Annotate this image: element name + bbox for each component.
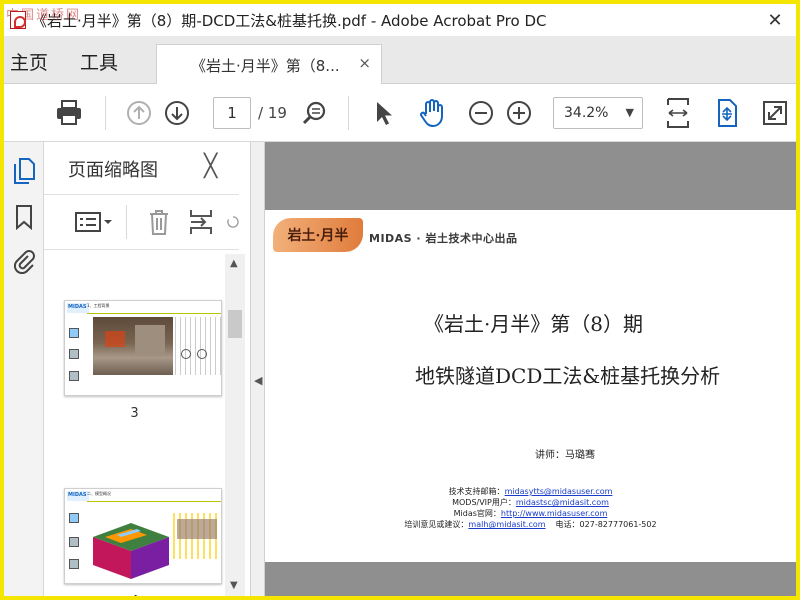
- thumbnail-page-number: 3: [130, 406, 139, 421]
- document-tab[interactable]: 《岩土·月半》第（8... ×: [156, 44, 382, 85]
- chevron-down-icon[interactable]: ▼: [230, 580, 238, 591]
- arrow-up-circle-icon: [127, 101, 151, 125]
- options-menu-icon: [75, 212, 112, 232]
- support-email-link[interactable]: midasytts@midasuser.com: [505, 487, 613, 496]
- thumbnail-heading: 1、工程背景: [87, 303, 110, 308]
- page-thumbnails-button[interactable]: [10, 156, 38, 186]
- document-view[interactable]: 岩土·月半 MIDAS · 岩土技术中心出品 《岩土·月半》第（8）期 地铁隧道…: [265, 142, 796, 596]
- thumbnail-scrollbar[interactable]: ▲ ▼: [225, 254, 245, 596]
- chevron-up-icon[interactable]: ▲: [230, 258, 238, 269]
- page-total-label: / 19: [258, 104, 287, 122]
- menu-home[interactable]: 主页: [10, 48, 48, 75]
- scroll-mode-icon: [718, 99, 737, 127]
- document-tab-label: 《岩土·月半》第（8...: [191, 56, 340, 75]
- fit-page-icon: [667, 98, 689, 128]
- hand-icon: [420, 99, 443, 128]
- title-bar: 中国道桥网 《岩土·月半》第（8）期-DCD工法&桩基托换.pdf - Adob…: [4, 4, 796, 36]
- window-title: 《岩土·月半》第（8）期-DCD工法&桩基托换.pdf - Adobe Acro…: [32, 11, 547, 30]
- website-link[interactable]: http://www.midasuser.com: [501, 509, 607, 518]
- print-icon: [57, 100, 81, 125]
- expand-icon: [763, 101, 787, 125]
- feedback-email-link[interactable]: malh@midasit.com: [468, 520, 545, 529]
- print-button[interactable]: [54, 98, 84, 128]
- scrollbar-thumb[interactable]: [228, 310, 242, 338]
- hand-tool-button[interactable]: [417, 98, 447, 128]
- thumbnails-panel: 页面缩略图 ╳ MIDAS 1、工程背景 3 MIDAS 二、模型概况 ▲ ▼: [44, 142, 251, 596]
- page-thumbnail-3[interactable]: MIDAS 1、工程背景: [64, 300, 222, 396]
- chevron-down-icon: ▼: [625, 106, 634, 119]
- contact-row-feedback: 培训意见或建议：malh@midasit.com 电话：027-82777061-…: [404, 520, 657, 529]
- model-3d-thumbnail: [93, 523, 169, 579]
- phone-number: 027-82777061-502: [579, 520, 657, 529]
- pages-icon: [14, 158, 35, 184]
- page-number-input[interactable]: 1: [213, 97, 251, 129]
- zoom-out-button[interactable]: [466, 98, 496, 128]
- page-thumbnail-4[interactable]: MIDAS 二、模型概况: [64, 488, 222, 584]
- thumbnail-toolbar: [44, 194, 239, 250]
- thumbnail-options-button[interactable]: [74, 207, 114, 237]
- arrow-down-circle-icon: [165, 101, 189, 125]
- contact-row-vip: MODS/VIP用户：midastsc@midasit.com: [452, 498, 609, 507]
- acrobat-app-icon: [10, 11, 26, 29]
- insert-page-button[interactable]: [186, 207, 216, 237]
- navigation-rail: [4, 142, 44, 596]
- bookmarks-button[interactable]: [10, 202, 38, 232]
- thumbnail-heading: 二、模型概况: [87, 491, 111, 496]
- trash-icon: [150, 210, 168, 235]
- previous-page-button[interactable]: [124, 98, 154, 128]
- full-screen-button[interactable]: [760, 98, 790, 128]
- delete-page-button[interactable]: [144, 207, 174, 237]
- insert-page-icon: [190, 210, 212, 234]
- lecturer-name: 讲师：马璐骞: [535, 450, 595, 461]
- contact-block: 技术支持邮箱：midasytts@midasuser.com MODS/VIP用…: [265, 486, 796, 530]
- panel-toolbar-divider: [126, 205, 127, 239]
- find-text-button[interactable]: [299, 98, 329, 128]
- pdf-page: 岩土·月半 MIDAS · 岩土技术中心出品 《岩土·月半》第（8）期 地铁隧道…: [265, 210, 796, 562]
- chevron-left-icon: ◀: [254, 374, 263, 387]
- menu-bar: 主页 工具 《岩土·月半》第（8... ×: [4, 36, 796, 85]
- attachments-button[interactable]: [10, 246, 38, 276]
- main-toolbar: 1 / 19 34.2% ▼: [4, 84, 796, 142]
- cursor-arrow-icon: [377, 102, 392, 125]
- rotate-icon: [227, 216, 239, 228]
- bookmark-icon: [16, 205, 32, 230]
- logo-tagline: MIDAS · 岩土技术中心出品: [369, 232, 518, 245]
- zoom-level-select[interactable]: 34.2% ▼: [553, 97, 643, 129]
- panel-close-button[interactable]: ╳: [204, 154, 217, 179]
- scroll-mode-button[interactable]: [712, 98, 742, 128]
- panel-title: 页面缩略图: [68, 160, 158, 181]
- document-tab-close-button[interactable]: ×: [358, 54, 371, 72]
- panel-collapse-handle[interactable]: ◀: [251, 142, 265, 596]
- toolbar-divider: [348, 96, 349, 130]
- zoom-level-value: 34.2%: [564, 105, 609, 121]
- toolbar-divider: [105, 96, 106, 130]
- menu-tools[interactable]: 工具: [80, 48, 118, 75]
- vip-email-link[interactable]: midastsc@midasit.com: [516, 498, 609, 507]
- select-tool-button[interactable]: [368, 98, 398, 128]
- contact-row-website: Midas官网：http://www.midasuser.com: [453, 509, 608, 518]
- document-title: 《岩土·月半》第（8）期: [423, 312, 644, 336]
- brand-logo: 岩土·月半: [273, 218, 363, 252]
- magnifier-icon: [302, 101, 326, 125]
- acrobat-window: 中国道桥网 《岩土·月半》第（8）期-DCD工法&桩基托换.pdf - Adob…: [4, 4, 796, 596]
- paperclip-icon: [13, 250, 35, 274]
- thumbnail-list: MIDAS 1、工程背景 3 MIDAS 二、模型概况: [44, 254, 225, 596]
- document-subtitle: 地铁隧道DCD工法&桩基托换分析: [415, 364, 721, 388]
- rotate-page-button[interactable]: [226, 207, 240, 237]
- window-close-button[interactable]: ✕: [762, 8, 788, 32]
- minus-circle-icon: [469, 101, 493, 125]
- fit-page-button[interactable]: [663, 98, 693, 128]
- plus-circle-icon: [507, 101, 531, 125]
- contact-row-support: 技术支持邮箱：midasytts@midasuser.com: [448, 487, 613, 496]
- thumbnail-page-number: 4: [44, 594, 225, 596]
- zoom-in-button[interactable]: [504, 98, 534, 128]
- next-page-button[interactable]: [162, 98, 192, 128]
